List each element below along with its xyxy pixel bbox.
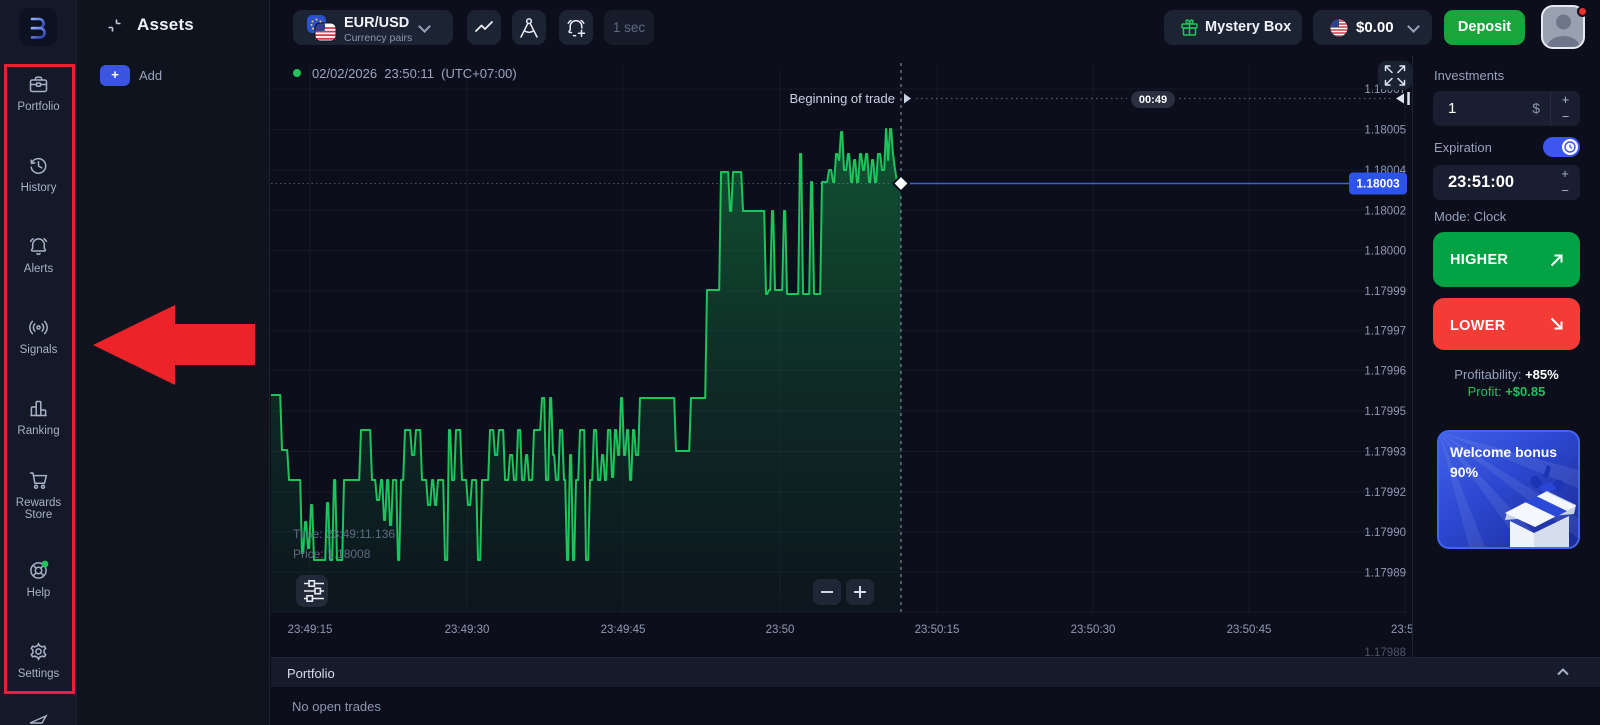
svg-text:23:50: 23:50: [766, 624, 795, 636]
svg-text:1.17997: 1.17997: [1364, 326, 1406, 338]
svg-text:1.17996: 1.17996: [1364, 365, 1406, 377]
svg-text:23:49:15: 23:49:15: [288, 624, 333, 636]
svg-text:1.17990: 1.17990: [1364, 527, 1406, 539]
svg-text:23:49:45: 23:49:45: [601, 624, 646, 636]
svg-text:1.18005: 1.18005: [1364, 125, 1406, 137]
svg-text:1.17988: 1.17988: [1364, 647, 1406, 657]
svg-text:00:49: 00:49: [1139, 94, 1167, 106]
svg-text:1.17992: 1.17992: [1364, 487, 1406, 499]
svg-text:23:5: 23:5: [1391, 624, 1412, 636]
svg-text:Time: 23:49:11.136: Time: 23:49:11.136: [293, 527, 395, 541]
svg-text:1.18000: 1.18000: [1364, 246, 1406, 258]
svg-text:1.17999: 1.17999: [1364, 286, 1406, 298]
svg-text:1.17993: 1.17993: [1364, 447, 1406, 459]
svg-text:23:50:45: 23:50:45: [1227, 624, 1272, 636]
svg-text:Price: 1.18008: Price: 1.18008: [293, 547, 371, 561]
svg-text:23:49:30: 23:49:30: [445, 624, 490, 636]
svg-text:1.17995: 1.17995: [1364, 406, 1406, 418]
svg-text:23:50:30: 23:50:30: [1071, 624, 1116, 636]
svg-text:23:50:15: 23:50:15: [915, 624, 960, 636]
svg-text:02/02/2026 23:50:11 (UTC+07:: 02/02/2026 23:50:11 (UTC+07:00): [312, 66, 517, 81]
svg-text:1.17989: 1.17989: [1364, 567, 1406, 579]
svg-text:1.18003: 1.18003: [1356, 177, 1400, 191]
svg-text:1.18002: 1.18002: [1364, 206, 1406, 218]
svg-text:Beginning of trade: Beginning of trade: [789, 91, 895, 106]
